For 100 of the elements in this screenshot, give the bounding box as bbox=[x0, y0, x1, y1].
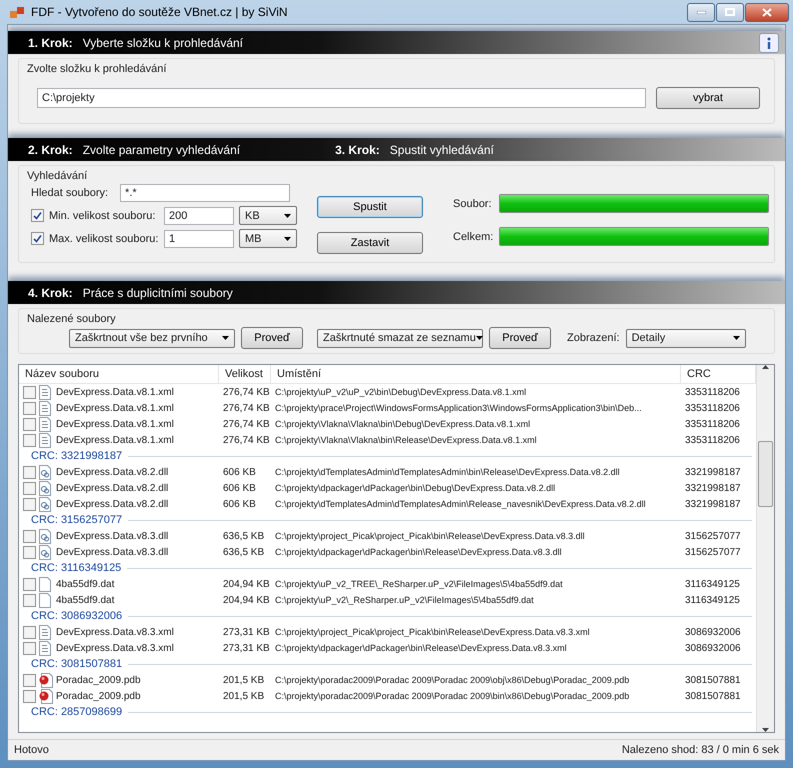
file-size: 276,74 KB bbox=[222, 402, 271, 414]
scrollbar[interactable] bbox=[756, 365, 774, 732]
unit-dropdown[interactable]: MB bbox=[239, 229, 297, 248]
column-header[interactable]: Název souboru bbox=[19, 365, 219, 383]
crc-value: 3353118206 bbox=[684, 418, 741, 430]
caret-icon bbox=[284, 214, 291, 218]
ball-file-icon bbox=[39, 672, 53, 688]
maximize-icon bbox=[725, 8, 735, 16]
size-field[interactable]: 1 bbox=[164, 230, 234, 248]
file-name: DevExpress.Data.v8.3.xml bbox=[56, 626, 174, 638]
checkbox[interactable] bbox=[23, 498, 36, 510]
checkbox[interactable] bbox=[23, 642, 36, 654]
file-path: C:\projekty\dpackager\dPackager\bin\Release\DevExpress.Data.v8.3.dll bbox=[274, 547, 563, 557]
checkbox[interactable] bbox=[23, 402, 36, 414]
file-size: 276,74 KB bbox=[222, 386, 271, 398]
run-button[interactable]: Proveď bbox=[489, 327, 551, 349]
checkbox[interactable] bbox=[31, 232, 44, 245]
crc-value: 3116349125 bbox=[684, 578, 741, 590]
caret-icon bbox=[732, 336, 740, 340]
run-button[interactable]: Proveď bbox=[241, 327, 303, 349]
column-header[interactable]: Velikost bbox=[219, 365, 271, 383]
selection-dropdown[interactable]: Zaškrtnout vše bez prvního bbox=[69, 328, 235, 348]
caret-icon bbox=[222, 336, 229, 340]
file-size: 204,94 KB bbox=[222, 594, 271, 606]
file-name: 4ba55df9.dat bbox=[56, 578, 114, 590]
unit-dropdown[interactable]: KB bbox=[239, 206, 297, 225]
document-icon bbox=[39, 384, 53, 400]
crc-value: 3353118206 bbox=[684, 386, 741, 398]
file-size: 201,5 KB bbox=[222, 674, 266, 686]
checkbox[interactable] bbox=[23, 546, 36, 558]
checkbox[interactable] bbox=[23, 594, 36, 606]
browse-button[interactable]: vybrat bbox=[656, 87, 760, 109]
group-header: CRC: 3156257077 bbox=[31, 514, 122, 526]
file-size: 606 KB bbox=[222, 498, 257, 510]
step-label: 2. Krok: bbox=[28, 142, 73, 156]
crc-value: 3156257077 bbox=[684, 546, 742, 558]
crc-value: 3086932006 bbox=[684, 626, 742, 638]
document-icon bbox=[39, 400, 53, 416]
minimize-icon bbox=[696, 10, 706, 14]
file-name: DevExpress.Data.v8.1.xml bbox=[56, 402, 174, 414]
crc-value: 3156257077 bbox=[684, 530, 742, 542]
checkbox[interactable] bbox=[23, 530, 36, 542]
checkbox[interactable] bbox=[31, 209, 44, 222]
crc-value: 3321998187 bbox=[684, 482, 742, 494]
checkbox[interactable] bbox=[23, 434, 36, 446]
help-button[interactable] bbox=[759, 32, 779, 52]
step-title: Vyberte složku k prohledávání bbox=[82, 36, 243, 50]
checkbox[interactable] bbox=[23, 482, 36, 494]
step-title: Zvolte parametry vyhledávání bbox=[82, 142, 240, 156]
checkbox[interactable] bbox=[23, 626, 36, 638]
checkbox[interactable] bbox=[23, 578, 36, 590]
scroll-up-icon[interactable] bbox=[762, 365, 769, 369]
file-size: 606 KB bbox=[222, 482, 257, 494]
start-button[interactable]: Spustit bbox=[317, 196, 423, 218]
action-dropdown[interactable]: Zaškrtnuté smazat ze seznamu bbox=[317, 328, 483, 348]
crc-value: 3353118206 bbox=[684, 434, 741, 446]
file-size: 201,5 KB bbox=[222, 690, 266, 702]
step-title: Spustit vyhledávání bbox=[390, 142, 494, 156]
file-size: 273,31 KB bbox=[222, 626, 271, 638]
file-size: 276,74 KB bbox=[222, 434, 271, 446]
checkbox[interactable] bbox=[23, 674, 36, 686]
folder-path-field[interactable]: C:\projekty bbox=[37, 88, 646, 108]
checkbox[interactable] bbox=[23, 466, 36, 478]
minimize-button[interactable] bbox=[687, 2, 715, 22]
blank-file-icon bbox=[39, 592, 53, 608]
caret-icon bbox=[476, 336, 483, 340]
file-name: DevExpress.Data.v8.1.xml bbox=[56, 386, 174, 398]
file-path: C:\projekty\Vlakna\Vlakna\bin\Debug\DevExpress.Data.v8.1.xml bbox=[274, 419, 532, 429]
close-button[interactable] bbox=[745, 2, 789, 22]
step-label: 4. Krok: bbox=[28, 286, 73, 300]
file-name: DevExpress.Data.v8.2.dll bbox=[56, 482, 168, 494]
scroll-down-icon[interactable] bbox=[762, 728, 769, 732]
checkbox[interactable] bbox=[23, 690, 36, 702]
file-name: DevExpress.Data.v8.1.xml bbox=[56, 434, 174, 446]
field-label: Hledat soubory: bbox=[31, 187, 108, 199]
crc-value: 3081507881 bbox=[684, 674, 742, 686]
stop-button[interactable]: Zastavit bbox=[317, 232, 423, 254]
progress-label: Soubor: bbox=[453, 198, 491, 210]
file-name: Poradac_2009.pdb bbox=[56, 690, 141, 702]
file-size: 276,74 KB bbox=[222, 418, 271, 430]
column-header[interactable]: Umístění bbox=[271, 365, 681, 383]
size-field[interactable]: 200 bbox=[164, 206, 234, 224]
file-name: DevExpress.Data.v8.3.dll bbox=[56, 530, 168, 542]
file-path: C:\projekty\uP_v2\uP_v2\bin\Debug\DevExpress.Data.v8.1.xml bbox=[274, 387, 528, 397]
file-path: C:\projekty\poradac2009\Poradac 2009\Poradac 2009\bin\x86\Debug\Poradac_2009.pdb bbox=[274, 691, 630, 701]
view-dropdown[interactable]: Detaily bbox=[626, 328, 746, 348]
close-icon bbox=[762, 8, 772, 16]
file-path: C:\projekty\dTemplatesAdmin\dTemplatesAdmin\Release_navesnik\DevExpress.Data.v8.2.dll bbox=[274, 499, 647, 509]
scrollbar-thumb[interactable] bbox=[758, 440, 773, 506]
group-header: CRC: 3116349125 bbox=[31, 562, 122, 574]
file-name: DevExpress.Data.v8.2.dll bbox=[56, 498, 168, 510]
checkbox[interactable] bbox=[23, 386, 36, 398]
field-label: Max. velikost souboru: bbox=[49, 232, 159, 244]
file-path: C:\projekty\dTemplatesAdmin\dTemplatesAdmin\bin\Release\DevExpress.Data.v8.2.dll bbox=[274, 467, 621, 477]
checkbox[interactable] bbox=[23, 418, 36, 430]
file-pattern-field[interactable]: *.* bbox=[120, 184, 290, 202]
file-size: 636,5 KB bbox=[222, 546, 266, 558]
maximize-button[interactable] bbox=[716, 2, 744, 22]
file-size: 636,5 KB bbox=[222, 530, 266, 542]
view-label: Zobrazení: bbox=[567, 332, 620, 344]
